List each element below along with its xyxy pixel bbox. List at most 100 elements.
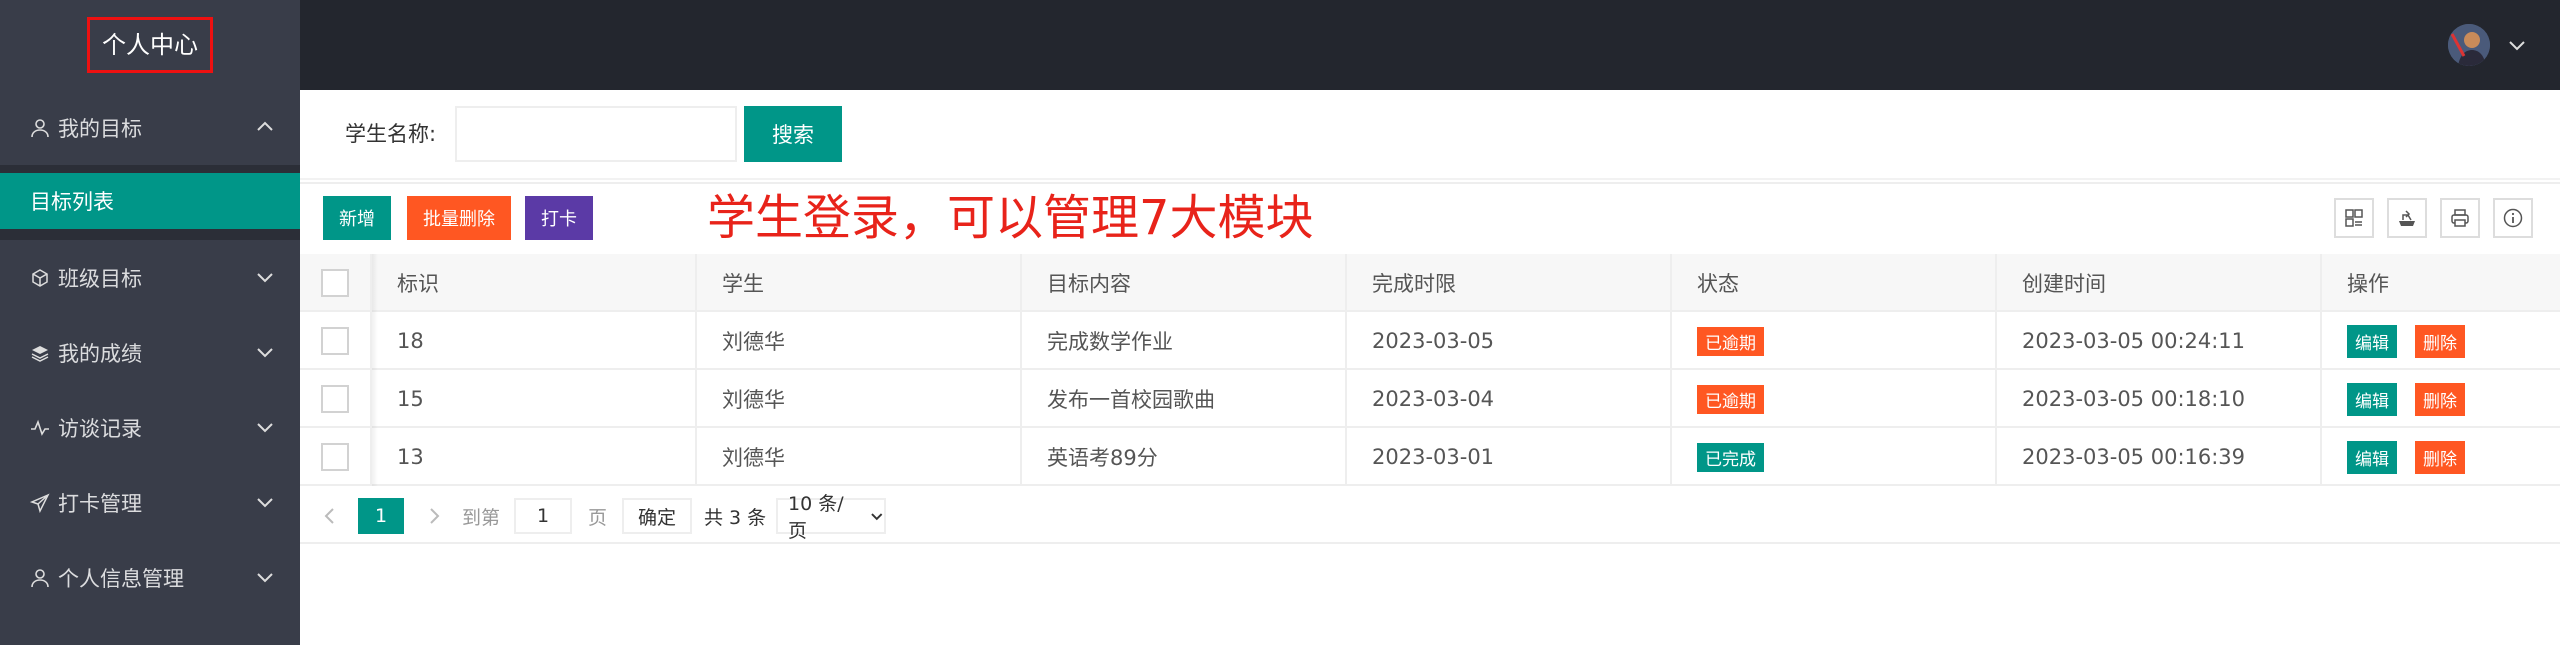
status-badge: 已逾期 <box>1697 384 1764 414</box>
cell-content: 完成数学作业 <box>1022 312 1347 370</box>
prev-page-icon[interactable] <box>322 498 338 534</box>
top-header <box>300 0 2560 90</box>
delete-button[interactable]: 删除 <box>2415 324 2465 358</box>
user-icon <box>28 566 52 590</box>
delete-button[interactable]: 删除 <box>2415 440 2465 474</box>
cell-id: 13 <box>372 428 697 486</box>
chevron-down-icon <box>257 573 273 583</box>
cell-actions: 编辑 删除 <box>2322 312 2560 370</box>
edit-button[interactable]: 编辑 <box>2347 382 2397 416</box>
page-number-current[interactable]: 1 <box>358 498 404 534</box>
cell-created: 2023-03-05 00:16:39 <box>1997 428 2322 486</box>
row-checkbox[interactable] <box>321 385 349 413</box>
header-student[interactable]: 学生 <box>697 254 1022 312</box>
chevron-down-icon <box>257 423 273 433</box>
print-icon[interactable] <box>2440 198 2480 238</box>
submenu-my-goals: 目标列表 <box>0 165 300 240</box>
header-id[interactable]: 标识 <box>372 254 697 312</box>
page-size-select[interactable]: 10 条/页 <box>776 493 886 542</box>
logo-area: 个人中心 <box>0 0 300 90</box>
chevron-down-icon <box>257 348 273 358</box>
cell-id: 18 <box>372 312 697 370</box>
add-button[interactable]: 新增 <box>323 196 391 240</box>
info-icon[interactable] <box>2493 198 2533 238</box>
table-row[interactable]: 13 刘德华 英语考89分 2023-03-01 已完成 2023-03-05 … <box>300 428 2560 486</box>
edit-button[interactable]: 编辑 <box>2347 324 2397 358</box>
header-created[interactable]: 创建时间 <box>1997 254 2322 312</box>
sidebar-item-personal-info[interactable]: 个人信息管理 <box>0 540 300 615</box>
layers-icon <box>28 341 52 365</box>
search-label: 学生名称: <box>345 122 437 146</box>
student-name-input[interactable] <box>455 106 737 162</box>
goto-label: 到第 <box>462 506 501 529</box>
cell-deadline: 2023-03-05 <box>1347 312 1672 370</box>
select-all-checkbox[interactable] <box>321 269 349 297</box>
chevron-down-icon <box>257 498 273 508</box>
sidebar-menu: 我的目标 目标列表 班级目标 我的成绩 访谈记录 打卡管理 个人信息管理 <box>0 90 300 615</box>
cell-status: 已逾期 <box>1672 370 1997 428</box>
logo-title[interactable]: 个人中心 <box>87 17 213 73</box>
chevron-down-icon <box>871 513 883 521</box>
sidebar-item-label: 访谈记录 <box>58 416 142 441</box>
cell-student: 刘德华 <box>697 428 1022 486</box>
total-count: 共 3 条 <box>704 506 767 529</box>
cell-content: 英语考89分 <box>1022 428 1347 486</box>
sidebar-item-interview-records[interactable]: 访谈记录 <box>0 390 300 465</box>
row-checkbox[interactable] <box>321 443 349 471</box>
sidebar-item-my-scores[interactable]: 我的成绩 <box>0 315 300 390</box>
header-checkbox-cell <box>300 254 372 312</box>
delete-button[interactable]: 删除 <box>2415 382 2465 416</box>
chevron-down-icon[interactable] <box>2506 34 2528 56</box>
table-row[interactable]: 15 刘德华 发布一首校园歌曲 2023-03-04 已逾期 2023-03-0… <box>300 370 2560 428</box>
row-checkbox-cell <box>300 428 372 486</box>
cell-created: 2023-03-05 00:24:11 <box>1997 312 2322 370</box>
user-icon <box>28 116 52 140</box>
check-in-button[interactable]: 打卡 <box>525 196 593 240</box>
avatar[interactable] <box>2448 24 2490 66</box>
batch-delete-button[interactable]: 批量删除 <box>407 196 511 240</box>
page-size-value: 10 条/页 <box>788 493 844 542</box>
sidebar-item-label: 打卡管理 <box>58 491 142 516</box>
goal-table: 标识 学生 目标内容 完成时限 状态 创建时间 操作 18 刘德华 完成数学作业… <box>300 254 2560 486</box>
header-status[interactable]: 状态 <box>1672 254 1997 312</box>
sidebar-item-label: 班级目标 <box>58 266 142 291</box>
row-checkbox[interactable] <box>321 327 349 355</box>
sidebar-item-label: 我的目标 <box>58 116 142 141</box>
goto-page-input[interactable]: 1 <box>514 498 572 534</box>
status-badge: 已完成 <box>1697 442 1764 472</box>
cell-content: 发布一首校园歌曲 <box>1022 370 1347 428</box>
page-label: 页 <box>588 506 608 529</box>
next-page-icon[interactable] <box>426 498 442 534</box>
header-deadline[interactable]: 完成时限 <box>1347 254 1672 312</box>
sidebar-item-class-goals[interactable]: 班级目标 <box>0 240 300 315</box>
edit-button[interactable]: 编辑 <box>2347 440 2397 474</box>
table-toolbar: 新增 批量删除 打卡 学生登录，可以管理7大模块 <box>300 182 2560 254</box>
row-checkbox-cell <box>300 312 372 370</box>
sidebar: 个人中心 我的目标 目标列表 班级目标 我的成绩 访谈记录 打卡管理 个人信息管… <box>0 0 300 645</box>
export-icon[interactable] <box>2387 198 2427 238</box>
sidebar-item-checkin-management[interactable]: 打卡管理 <box>0 465 300 540</box>
send-icon <box>28 491 52 515</box>
cell-created: 2023-03-05 00:18:10 <box>1997 370 2322 428</box>
header-actions: 操作 <box>2347 272 2389 296</box>
search-button[interactable]: 搜索 <box>744 106 842 162</box>
goto-confirm-button[interactable]: 确定 <box>622 498 692 534</box>
cell-actions: 编辑 删除 <box>2322 370 2560 428</box>
chevron-up-icon <box>257 121 273 131</box>
pagination: 1 到第 1 页 确定 共 3 条 10 条/页 <box>300 486 2560 544</box>
columns-icon[interactable] <box>2334 198 2374 238</box>
cell-deadline: 2023-03-01 <box>1347 428 1672 486</box>
search-bar: 学生名称: 搜索 <box>300 90 2560 180</box>
cell-student: 刘德华 <box>697 312 1022 370</box>
sidebar-item-goal-list[interactable]: 目标列表 <box>0 173 300 229</box>
cell-deadline: 2023-03-04 <box>1347 370 1672 428</box>
table-header-row: 标识 学生 目标内容 完成时限 状态 创建时间 操作 <box>300 254 2560 312</box>
header-content[interactable]: 目标内容 <box>1022 254 1347 312</box>
table-row[interactable]: 18 刘德华 完成数学作业 2023-03-05 已逾期 2023-03-05 … <box>300 312 2560 370</box>
status-badge: 已逾期 <box>1697 326 1764 356</box>
cell-actions: 编辑 删除 <box>2322 428 2560 486</box>
cell-status: 已完成 <box>1672 428 1997 486</box>
sidebar-item-my-goals[interactable]: 我的目标 <box>0 90 300 165</box>
pulse-icon <box>28 416 52 440</box>
cell-id: 15 <box>372 370 697 428</box>
